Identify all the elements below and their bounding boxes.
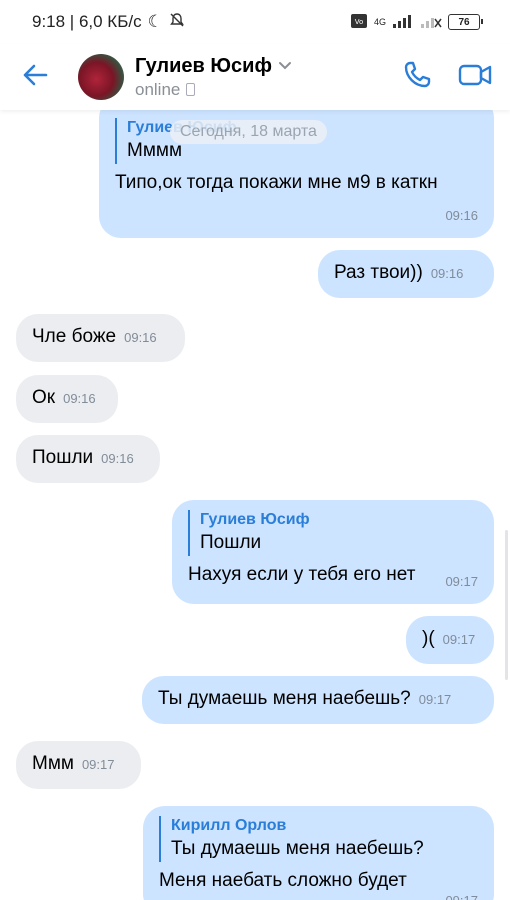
message-bubble-outgoing[interactable]: Гулиев Юсиф Пошли Нахуя если у тебя его … [172,500,494,604]
battery-icon: 76 [448,14,483,30]
date-separator: Сегодня, 18 марта [170,120,327,144]
message-time: 09:17 [81,757,115,772]
reply-quote[interactable]: Гулиев Юсиф Пошли [188,510,478,556]
volte-icon: Vo [350,13,368,32]
online-status: online [135,79,181,99]
message-time: 09:17 [442,632,476,647]
video-call-icon[interactable] [458,62,492,93]
message-bubble-incoming[interactable]: Ок 09:16 [16,375,118,423]
message-bubble-incoming[interactable]: Чле боже 09:16 [16,314,185,362]
back-arrow-icon[interactable] [22,60,58,94]
reply-author: Гулиев Юсиф [200,511,310,528]
message-bubble-incoming[interactable]: Пошли 09:16 [16,435,160,483]
message-bubble-outgoing[interactable]: Раз твои)) 09:16 [318,250,494,298]
reply-text: Пошли [200,532,262,553]
message-bubble-outgoing[interactable]: )( 09:17 [406,616,494,664]
reply-quote[interactable]: Кирилл Орлов Ты думаешь меня наебешь? [159,816,478,862]
network-type: 4G [373,17,386,27]
message-text: Чле боже [32,326,117,347]
reply-author: Кирилл Орлов [171,817,287,834]
chat-title-block[interactable]: Гулиев Юсиф online [135,55,292,100]
message-time: 09:17 [418,692,452,707]
message-time: 09:17 [445,574,478,589]
status-time: 9:18 | 6,0 КБ/с [32,12,142,31]
message-list[interactable]: Сегодня, 18 марта Гулиев Юсиф Мммм Типо,… [0,110,510,900]
message-text: Ты думаешь меня наебешь? [158,688,411,709]
message-text: Ок [32,387,56,408]
message-bubble-outgoing[interactable]: Ты думаешь меня наебешь? 09:17 [142,676,494,724]
moon-icon: ☾ [147,12,163,31]
message-time: 09:16 [63,391,96,406]
message-bubble-incoming[interactable]: Ммм 09:17 [16,741,141,789]
message-text: Типо,ок тогда покажи мне м9 в каткн [115,172,438,193]
message-text: Ммм [32,753,74,774]
message-time: 09:17 [445,888,478,900]
phone-call-icon[interactable] [402,60,432,95]
message-time: 09:16 [445,208,478,223]
message-bubble-outgoing[interactable]: Кирилл Орлов Ты думаешь меня наебешь? Ме… [143,806,494,900]
bell-off-icon [169,12,185,33]
svg-text:Vo: Vo [355,18,364,26]
avatar[interactable] [78,54,124,100]
message-time: 09:16 [101,451,134,466]
chat-title[interactable]: Гулиев Юсиф [135,55,272,78]
message-time: 09:16 [430,266,464,281]
mobile-device-icon [186,83,196,96]
message-text: Нахуя если у тебя его нет [188,564,416,585]
message-time: 09:16 [124,330,157,345]
chat-header: Гулиев Юсиф online [0,44,510,110]
message-text: Раз твои)) [334,262,423,283]
signal-icon [392,13,414,32]
scrollbar[interactable] [505,530,508,680]
status-bar: 9:18 | 6,0 КБ/с ☾ Vo 4G 76 [0,0,510,44]
signal-no-service-icon [420,13,442,32]
reply-text: Ты думаешь меня наебешь? [171,838,424,859]
message-text: Пошли [32,447,94,468]
chevron-down-icon[interactable] [278,58,292,74]
message-text: )( [422,628,435,649]
message-text: Меня наебать сложно будет [159,870,407,891]
battery-level: 76 [458,16,470,28]
